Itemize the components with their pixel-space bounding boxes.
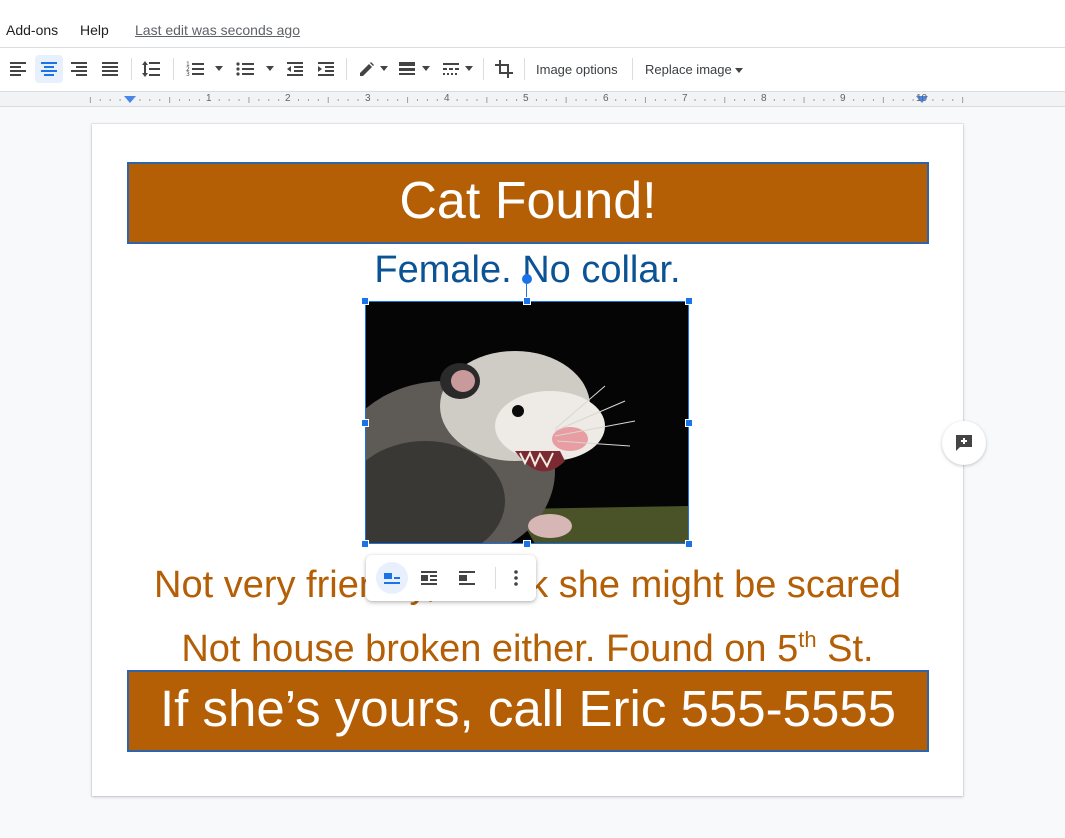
body-line-2-text: Not house broken either. Found on 5 bbox=[181, 628, 799, 670]
menu-bar: Add-ons Help Last edit was seconds ago bbox=[0, 0, 1065, 48]
ruler-number: 5 bbox=[523, 93, 529, 104]
rotate-handle[interactable] bbox=[522, 274, 532, 284]
resize-handle-left[interactable] bbox=[361, 419, 369, 427]
toolbar-divider bbox=[495, 567, 496, 589]
ruler-number: 8 bbox=[761, 93, 767, 104]
ruler-number: 9 bbox=[840, 93, 846, 104]
subtitle-text[interactable]: Female. No collar. bbox=[92, 245, 963, 295]
chevron-down-icon[interactable] bbox=[215, 66, 223, 71]
align-left-icon[interactable] bbox=[4, 55, 32, 83]
opossum-photo[interactable] bbox=[361, 274, 693, 548]
ruler-number: 3 bbox=[365, 93, 371, 104]
menu-add-ons[interactable]: Add-ons bbox=[6, 22, 58, 38]
chevron-down-icon[interactable] bbox=[380, 66, 388, 71]
resize-handle-bottom-left[interactable] bbox=[361, 540, 369, 548]
document-page[interactable]: Cat Found! Female. No collar. Not very s… bbox=[92, 124, 963, 796]
toolbar-divider bbox=[524, 58, 525, 80]
image-floating-toolbar bbox=[366, 555, 536, 601]
crop-icon[interactable] bbox=[490, 55, 518, 83]
resize-handle-top-left[interactable] bbox=[361, 297, 369, 305]
resize-handle-top-right[interactable] bbox=[685, 297, 693, 305]
toolbar-divider bbox=[173, 58, 174, 80]
align-right-icon[interactable] bbox=[65, 55, 93, 83]
toolbar-divider bbox=[346, 58, 347, 80]
body-line-2[interactable]: Not house broken either. Found on 5th St… bbox=[92, 617, 963, 672]
opossum-image bbox=[365, 301, 689, 544]
border-dash-icon[interactable] bbox=[437, 55, 465, 83]
border-weight-icon[interactable] bbox=[393, 55, 421, 83]
wrap-text-icon[interactable] bbox=[413, 562, 445, 594]
align-center-icon[interactable] bbox=[35, 55, 63, 83]
toolbar-divider bbox=[131, 58, 132, 80]
bulleted-list-icon[interactable] bbox=[231, 55, 259, 83]
svg-text:3: 3 bbox=[186, 71, 190, 78]
align-justify-icon[interactable] bbox=[96, 55, 124, 83]
ruler-number: 1 bbox=[206, 93, 212, 104]
menu-help[interactable]: Help bbox=[80, 22, 109, 38]
ruler[interactable]: 1 2 3 4 5 6 7 8 9 10 bbox=[0, 91, 1065, 107]
chevron-down-icon[interactable] bbox=[266, 66, 274, 71]
ruler-number: 4 bbox=[444, 93, 450, 104]
more-options-icon[interactable] bbox=[500, 562, 532, 594]
title-banner[interactable]: Cat Found! bbox=[127, 162, 929, 244]
resize-handle-right[interactable] bbox=[685, 419, 693, 427]
wrap-inline-icon[interactable] bbox=[376, 562, 408, 594]
resize-handle-top[interactable] bbox=[523, 297, 531, 305]
ruler-number: 7 bbox=[682, 93, 688, 104]
resize-handle-bottom[interactable] bbox=[523, 540, 531, 548]
left-indent-marker bbox=[124, 96, 136, 103]
toolbar-divider bbox=[483, 58, 484, 80]
add-comment-button[interactable] bbox=[942, 421, 986, 465]
ruler-number: 2 bbox=[285, 93, 291, 104]
toolbar: 123 Image options Replace image bbox=[0, 48, 1065, 91]
body-line-2-suffix: St. bbox=[816, 628, 874, 670]
chevron-down-icon[interactable] bbox=[422, 66, 430, 71]
border-color-icon[interactable] bbox=[352, 55, 380, 83]
last-edit-link[interactable]: Last edit was seconds ago bbox=[135, 22, 300, 38]
toolbar-divider bbox=[632, 58, 633, 80]
ruler-number: 6 bbox=[603, 93, 609, 104]
numbered-list-icon[interactable]: 123 bbox=[181, 55, 209, 83]
resize-handle-bottom-right[interactable] bbox=[685, 540, 693, 548]
chevron-down-icon[interactable] bbox=[735, 68, 743, 73]
break-text-icon[interactable] bbox=[451, 562, 483, 594]
ruler-number: 10 bbox=[916, 93, 928, 104]
increase-indent-icon[interactable] bbox=[312, 55, 340, 83]
add-comment-icon bbox=[956, 435, 972, 451]
line-spacing-icon[interactable] bbox=[137, 55, 165, 83]
footer-banner[interactable]: If she’s yours, call Eric 555-5555 bbox=[127, 670, 929, 752]
ruler-ticks bbox=[89, 96, 964, 103]
image-options-button[interactable]: Image options bbox=[536, 62, 618, 77]
ordinal-suffix: th bbox=[798, 627, 817, 652]
replace-image-button[interactable]: Replace image bbox=[645, 62, 732, 77]
decrease-indent-icon[interactable] bbox=[281, 55, 309, 83]
chevron-down-icon[interactable] bbox=[465, 66, 473, 71]
